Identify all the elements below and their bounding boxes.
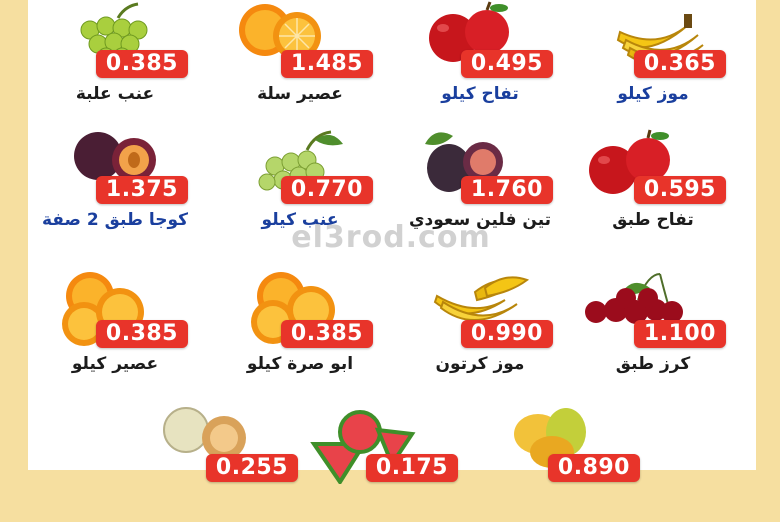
product-name: عنب علبة xyxy=(75,84,155,104)
price-tag: 0.495 xyxy=(460,50,553,78)
price-tag: 1.100 xyxy=(633,320,726,348)
price-tag: 0.595 xyxy=(633,176,726,204)
product-name: تفاح كيلو xyxy=(441,84,519,104)
product-name: عصير سلة xyxy=(257,84,343,104)
product-name: موز كيلو xyxy=(617,84,689,104)
product-card-apple-tray: 0.595 تفاح طبق xyxy=(568,126,738,244)
product-name: موز كرتون xyxy=(435,354,525,374)
product-card-orange-navel-kilo: 0.385 ابو صرة كيلو xyxy=(215,270,385,388)
price-tag: 1.485 xyxy=(280,50,373,78)
product-name: كوجا طبق 2 صفة xyxy=(41,210,189,230)
product-name: ابو صرة كيلو xyxy=(246,354,354,374)
watermark: el3rod.com xyxy=(291,220,491,255)
product-card-watermelon: 0.175 xyxy=(300,404,470,522)
product-card-mango: 0.890 xyxy=(482,404,652,522)
price-tag: 0.385 xyxy=(280,320,373,348)
price-tag: 1.760 xyxy=(460,176,553,204)
price-tag: 0.385 xyxy=(95,320,188,348)
price-tag: 0.990 xyxy=(460,320,553,348)
price-tag: 0.255 xyxy=(205,454,298,482)
product-card-plum-tray: 1.375 كوجا طبق 2 صفة xyxy=(30,126,200,244)
price-tag: 1.375 xyxy=(95,176,188,204)
price-tag: 0.385 xyxy=(95,50,188,78)
price-tag: 0.175 xyxy=(365,454,458,482)
product-card-apple-kilo: 0.495 تفاح كيلو xyxy=(395,0,565,118)
product-card-cherry-tray: 1.100 كرز طبق xyxy=(568,270,738,388)
price-tag: 0.770 xyxy=(280,176,373,204)
price-tag: 0.365 xyxy=(633,50,726,78)
product-name: عصير كيلو xyxy=(71,354,159,374)
price-tag: 0.890 xyxy=(547,454,640,482)
product-name: كرز طبق xyxy=(615,354,691,374)
product-card-orange-juice-basket: 1.485 عصير سلة xyxy=(215,0,385,118)
product-card-melon: 0.255 xyxy=(140,404,310,522)
product-card-banana-kilo: 0.365 موز كيلو xyxy=(568,0,738,118)
product-name: تفاح طبق xyxy=(612,210,694,230)
product-card-banana-carton: 0.990 موز كرتون xyxy=(395,270,565,388)
product-card-orange-juice-kilo: 0.385 عصير كيلو xyxy=(30,270,200,388)
product-card-grapes-box: 0.385 عنب علبة xyxy=(30,0,200,118)
